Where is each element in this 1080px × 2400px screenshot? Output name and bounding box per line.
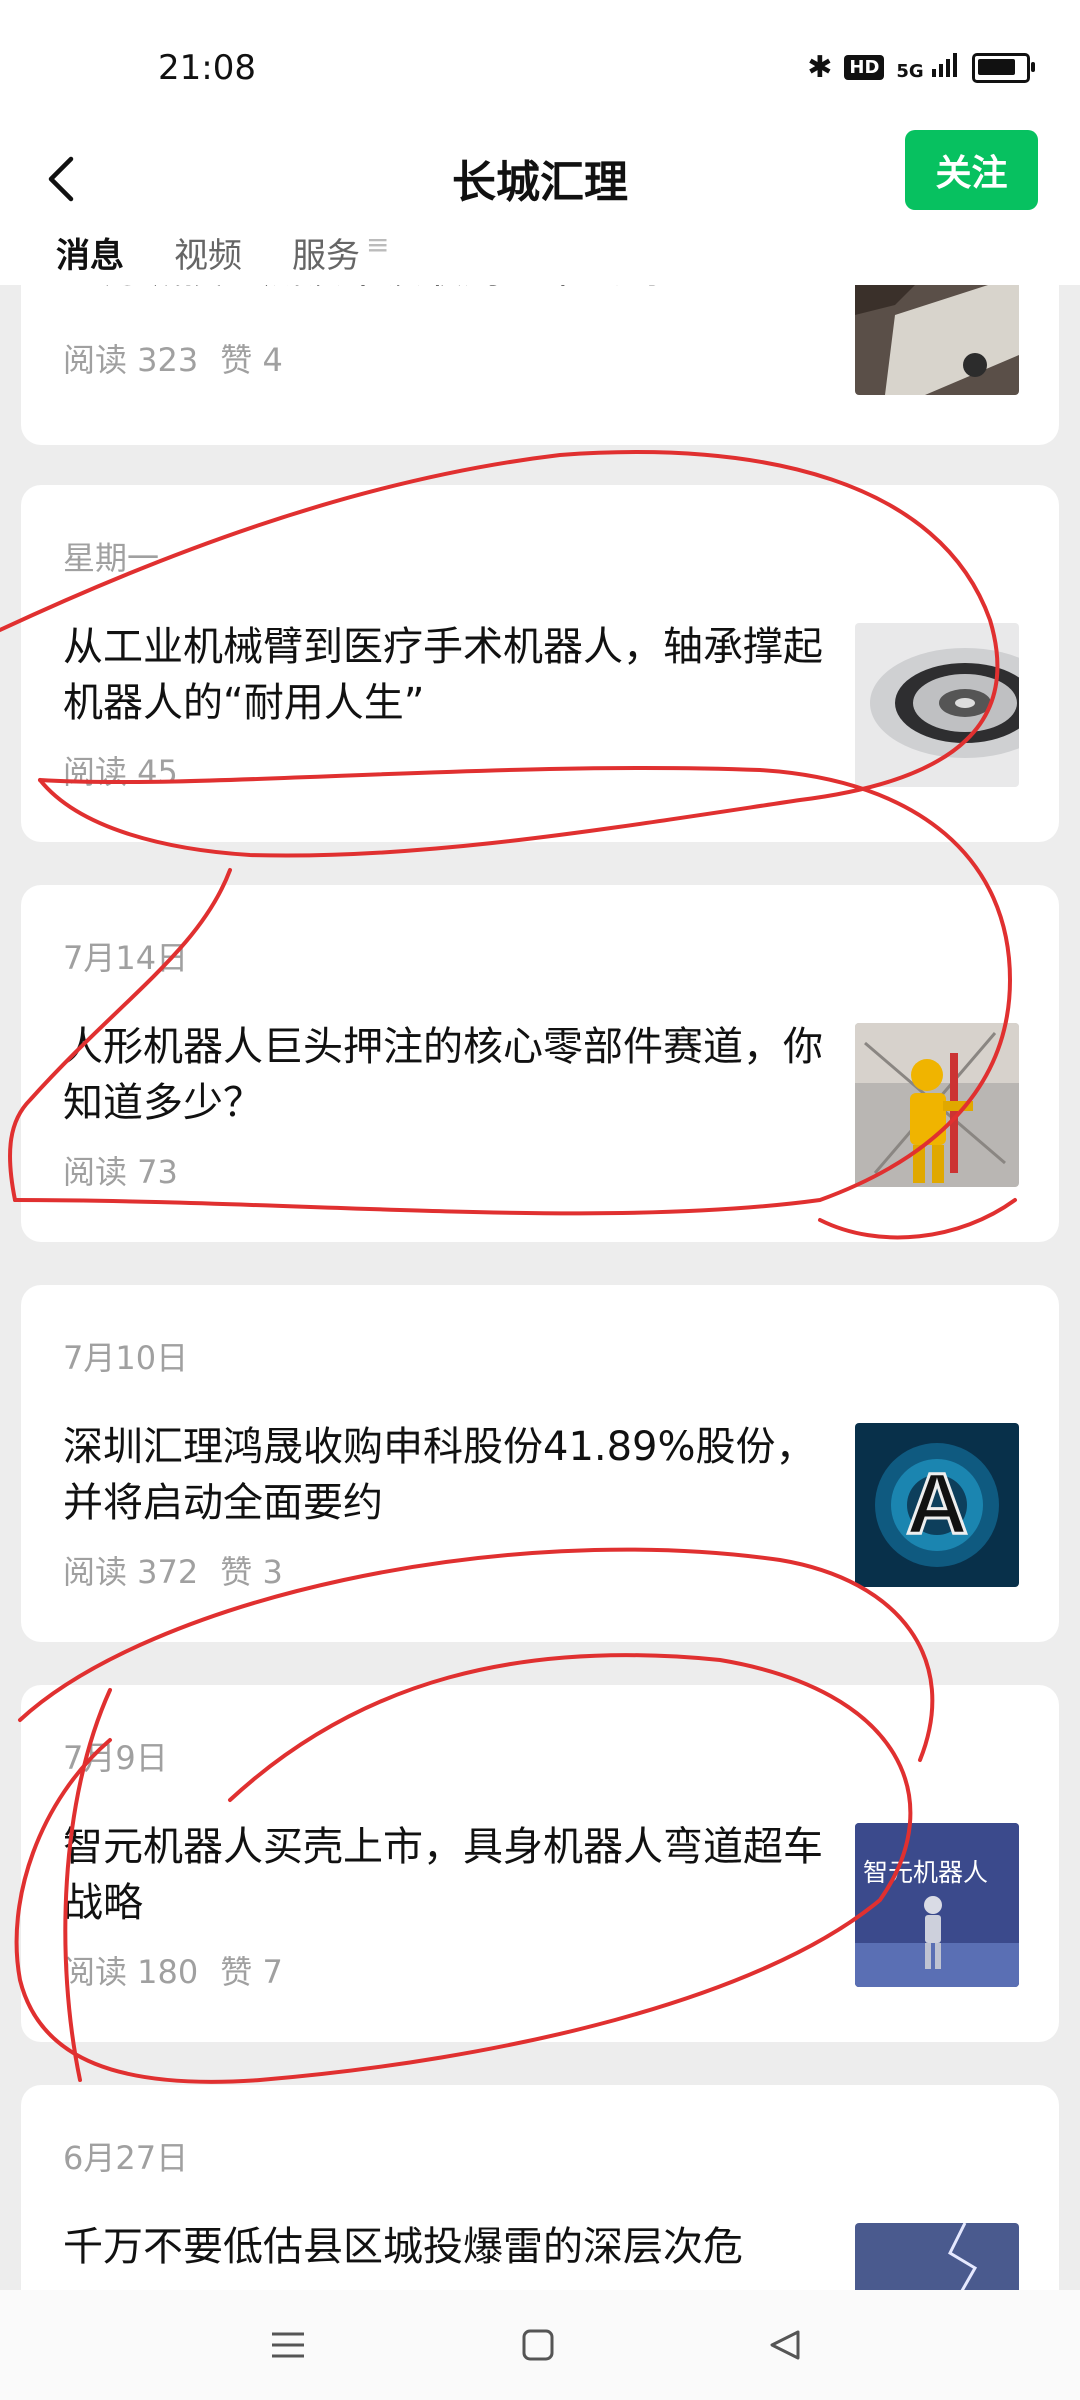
bearing-image <box>855 623 1019 787</box>
article-card[interactable]: 7月9日 智元机器人买壳上市，具身机器人弯道超车战略 阅读 180 赞 7 智元机… <box>21 1685 1059 2042</box>
article-stats: 阅读 45 <box>63 747 178 793</box>
network-type: 5G <box>896 61 924 82</box>
article-date: 7月14日 <box>63 939 189 977</box>
article-date: 7月10日 <box>63 1339 189 1377</box>
square-icon <box>522 2329 554 2361</box>
menu-lines-icon <box>272 2332 304 2358</box>
battery-icon <box>972 52 1035 83</box>
article-date: 6月27日 <box>63 2139 189 2177</box>
menu-icon[interactable]: ≡ <box>366 228 389 277</box>
article-stats: 阅读 372 赞 3 <box>63 1547 283 1593</box>
ai-chip-image: A <box>855 1423 1019 1587</box>
article-thumbnail <box>855 1023 1019 1187</box>
article-thumbnail <box>855 2223 1019 2290</box>
article-title: 从工业机械臂到医疗手术机器人，轴承撑起机器人的“耐用人生” <box>63 624 823 726</box>
article-card[interactable]: 地方城投到底该不该收购上市公司？ 阅读 323 赞 4 <box>21 285 1059 445</box>
article-title: 人形机器人巨头押注的核心零部件赛道，你知道多少？ <box>63 1024 823 1126</box>
like-count: 赞 7 <box>220 1953 283 1991</box>
read-count: 阅读 180 <box>63 1953 199 1991</box>
home-button[interactable] <box>508 2320 568 2370</box>
tab-messages[interactable]: 消息 <box>54 228 126 291</box>
article-date: 星期一 <box>63 539 160 577</box>
bluetooth-icon: ✱ <box>807 50 833 85</box>
article-thumbnail <box>855 623 1019 787</box>
tab-bar: 消息 视频 服务 ≡ <box>54 228 389 291</box>
system-navigation-bar <box>0 2290 1080 2400</box>
account-header: 长城汇理 关注 消息 视频 服务 ≡ <box>0 130 1080 291</box>
like-count: 赞 3 <box>220 1553 283 1591</box>
article-thumbnail <box>855 285 1019 395</box>
triangle-back-icon <box>770 2330 800 2360</box>
hd-badge: HD <box>844 55 885 80</box>
article-card[interactable]: 6月27日 千万不要低估县区城投爆雷的深层次危 <box>21 2085 1059 2290</box>
signal-icon: 5G <box>896 53 960 82</box>
recent-apps-button[interactable] <box>258 2320 318 2370</box>
read-count: 阅读 45 <box>63 753 178 791</box>
article-card[interactable]: 7月14日 人形机器人巨头押注的核心零部件赛道，你知道多少？ 阅读 73 <box>21 885 1059 1242</box>
article-title: 地方城投到底该不该收购上市公司？ <box>63 285 833 297</box>
article-card[interactable]: 7月10日 深圳汇理鸿晟收购申科股份41.89%股份，并将启动全面要约 阅读 3… <box>21 1285 1059 1642</box>
article-thumbnail: 智元机器人 <box>855 1823 1019 1987</box>
status-icons: ✱ HD 5G <box>807 50 1035 85</box>
article-stats: 阅读 73 <box>63 1147 178 1193</box>
article-date: 7月9日 <box>63 1739 168 1777</box>
back-nav-button[interactable] <box>755 2320 815 2370</box>
thumbnail-caption: 智元机器人 <box>863 1858 989 1887</box>
status-time: 21:08 <box>158 48 256 88</box>
read-count: 阅读 73 <box>63 1153 178 1191</box>
read-count: 阅读 372 <box>63 1553 199 1591</box>
svg-text:A: A <box>906 1456 968 1552</box>
article-title: 千万不要低估县区城投爆雷的深层次危 <box>63 2224 743 2270</box>
article-stats: 阅读 180 赞 7 <box>63 1947 283 1993</box>
article-card[interactable]: 星期一 从工业机械臂到医疗手术机器人，轴承撑起机器人的“耐用人生” 阅读 45 <box>21 485 1059 842</box>
article-title: 深圳汇理鸿晟收购申科股份41.89%股份，并将启动全面要约 <box>63 1424 816 1526</box>
like-count: 赞 4 <box>220 341 283 379</box>
status-bar: 21:08 ✱ HD 5G <box>0 0 1080 140</box>
tab-services[interactable]: 服务 <box>292 228 360 277</box>
article-feed: 地方城投到底该不该收购上市公司？ 阅读 323 赞 4 星期一 从工业机械臂到医疗… <box>0 285 1080 2290</box>
article-stats: 阅读 323 赞 4 <box>63 335 283 381</box>
article-thumbnail: A <box>855 1423 1019 1587</box>
tab-videos[interactable]: 视频 <box>174 228 242 277</box>
lightning-image <box>855 2223 1019 2290</box>
signal-bars-icon <box>932 53 957 77</box>
follow-button[interactable]: 关注 <box>905 130 1038 210</box>
documents-image <box>855 285 1019 395</box>
battery-level <box>978 58 1015 75</box>
humanoid-robot-image <box>855 1823 1019 1987</box>
read-count: 阅读 323 <box>63 341 199 379</box>
robot-image <box>855 1023 1019 1187</box>
article-title: 智元机器人买壳上市，具身机器人弯道超车战略 <box>63 1824 823 1926</box>
